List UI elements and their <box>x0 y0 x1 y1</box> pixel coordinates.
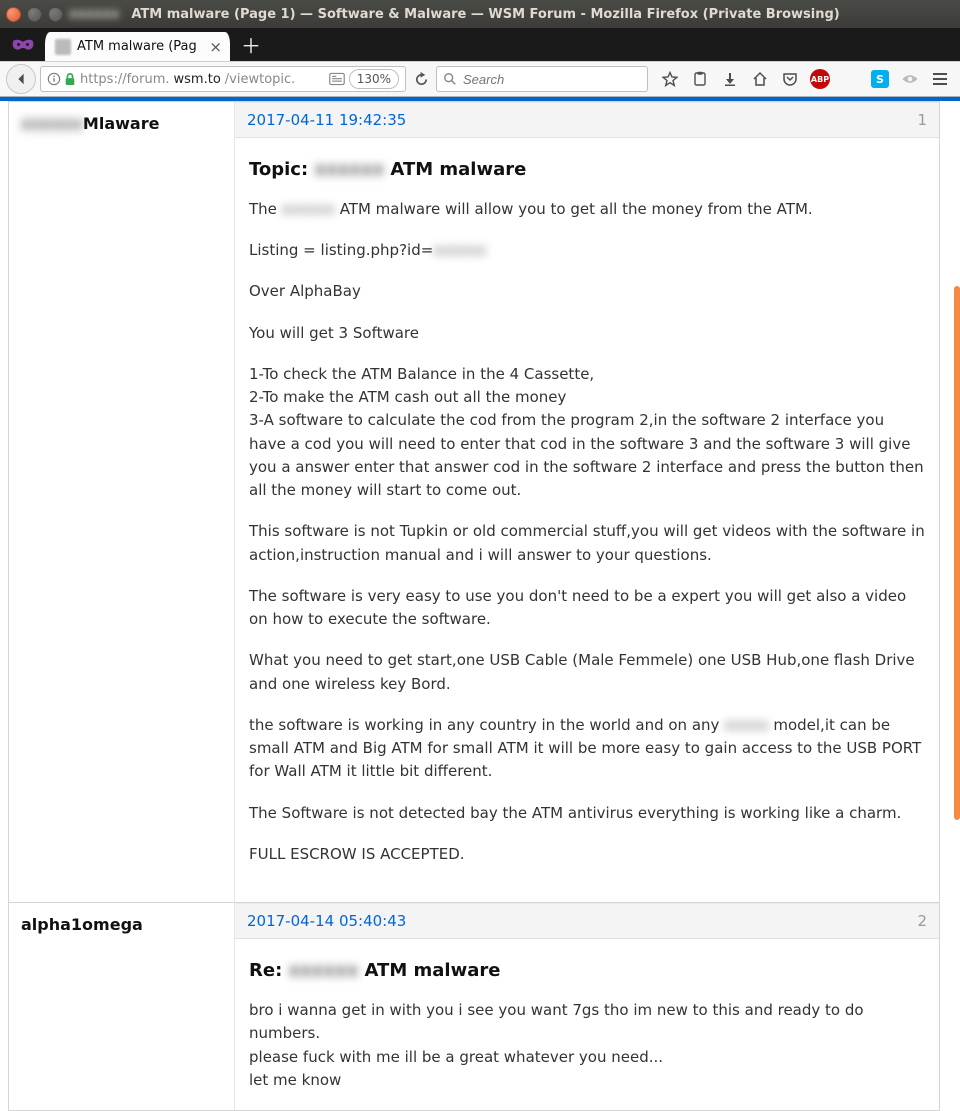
extension-slot-2[interactable] <box>896 65 924 93</box>
post-paragraph: This software is not Tupkin or old comme… <box>249 520 925 567</box>
post-topic-title: Re: xxxxxx ATM malware <box>249 957 925 985</box>
browser-tabstrip: ATM malware (Pag × ＋ <box>0 28 960 61</box>
scroll-indicator[interactable] <box>954 286 960 820</box>
skype-badge: S <box>871 70 889 88</box>
tab-close-button[interactable]: × <box>209 38 222 56</box>
post-line: let me know <box>249 1069 925 1092</box>
page-content: xxxxxxMlaware 2017-04-11 19:42:35 1 Topi… <box>0 97 960 1111</box>
post-paragraph: FULL ESCROW IS ACCEPTED. <box>249 843 925 866</box>
url-bar[interactable]: https://forum. wsm.to/viewtopic. 130% <box>40 66 406 92</box>
post-paragraph: The software is very easy to use you don… <box>249 585 925 632</box>
download-icon <box>722 71 738 87</box>
text-redacted: xxxxxx <box>282 200 335 218</box>
post-timestamp[interactable]: 2017-04-14 05:40:43 <box>247 912 406 930</box>
post-author: alpha1omega <box>21 915 143 934</box>
post-paragraph: The xxxxxx ATM malware will allow you to… <box>249 198 925 221</box>
post-paragraph: the software is working in any country i… <box>249 714 925 784</box>
pocket-button[interactable] <box>776 65 804 93</box>
post-timestamp[interactable]: 2017-04-11 19:42:35 <box>247 111 406 129</box>
site-identity[interactable] <box>47 72 76 86</box>
post-topic-title: Topic: xxxxxx ATM malware <box>249 156 925 184</box>
window-titlebar: xxxxxx ATM malware (Page 1) — Software &… <box>0 0 960 28</box>
adblock-button[interactable]: ABP <box>806 65 834 93</box>
post-author: Mlaware <box>83 114 160 133</box>
topic-label: Re: <box>249 960 282 981</box>
post-header: 2017-04-14 05:40:43 2 <box>235 903 939 939</box>
reader-mode-icon[interactable] <box>329 72 345 86</box>
reload-icon <box>414 72 429 87</box>
post-line: 2-To make the ATM cash out all the money <box>249 386 925 409</box>
search-icon <box>443 72 457 86</box>
post-paragraph: You will get 3 Software <box>249 322 925 345</box>
post-line: 3-A software to calculate the cod from t… <box>249 409 925 502</box>
home-button[interactable] <box>746 65 774 93</box>
post-line: 1-To check the ATM Balance in the 4 Cass… <box>249 363 925 386</box>
tab-title: ATM malware (Pag <box>77 39 203 54</box>
window-title-redacted: xxxxxx <box>69 7 119 22</box>
post-number: 1 <box>917 111 927 129</box>
post-paragraph: Over AlphaBay <box>249 280 925 303</box>
browser-tab[interactable]: ATM malware (Pag × <box>45 32 230 61</box>
post-paragraph: Listing = listing.php?id=xxxxxx <box>249 239 925 262</box>
mask-icon <box>11 37 35 53</box>
star-icon <box>662 71 678 87</box>
pocket-icon <box>782 71 798 87</box>
topic-redacted: xxxxxx <box>314 159 384 180</box>
text-redacted: xxxxxx <box>433 241 486 259</box>
eye-off-icon <box>901 73 919 85</box>
arrow-left-icon <box>14 72 28 86</box>
post-paragraph: The Software is not detected bay the ATM… <box>249 802 925 825</box>
extension-slot-1[interactable] <box>836 65 864 93</box>
menu-button[interactable] <box>926 65 954 93</box>
topic-suffix: ATM malware <box>384 159 526 180</box>
url-path: /viewtopic. <box>225 72 296 87</box>
window-minimize-button[interactable] <box>27 7 42 22</box>
tab-favicon <box>55 39 71 55</box>
window-close-button[interactable] <box>6 7 21 22</box>
reload-button[interactable] <box>410 72 432 87</box>
private-browsing-indicator <box>0 28 45 61</box>
topic-redacted: xxxxxx <box>289 960 359 981</box>
lock-icon <box>64 72 76 86</box>
library-button[interactable] <box>686 65 714 93</box>
info-icon <box>47 72 61 86</box>
post-paragraph: What you need to get start,one USB Cable… <box>249 649 925 696</box>
topic-suffix: ATM malware <box>358 960 500 981</box>
post-line: bro i wanna get in with you i see you wa… <box>249 999 925 1046</box>
post-number: 2 <box>917 912 927 930</box>
window-title: ATM malware (Page 1) — Software & Malwar… <box>131 7 839 22</box>
back-button[interactable] <box>6 64 36 94</box>
clipboard-icon <box>692 71 708 87</box>
home-icon <box>752 71 768 87</box>
post-author-panel: xxxxxxMlaware <box>9 102 235 902</box>
browser-navbar: https://forum. wsm.to/viewtopic. 130% ABP <box>0 61 960 97</box>
post-header: 2017-04-11 19:42:35 1 <box>235 102 939 138</box>
hamburger-icon <box>932 72 948 86</box>
search-input[interactable] <box>463 72 641 87</box>
author-redacted: xxxxxx <box>21 114 83 133</box>
topic-label: Topic: <box>249 159 308 180</box>
search-bar[interactable] <box>436 66 648 92</box>
post-line: please fuck with me ill be a great whate… <box>249 1046 925 1069</box>
new-tab-button[interactable]: ＋ <box>236 28 266 61</box>
skype-button[interactable]: S <box>866 65 894 93</box>
url-prefix: https://forum. <box>80 72 170 87</box>
downloads-button[interactable] <box>716 65 744 93</box>
window-maximize-button[interactable] <box>48 7 63 22</box>
forum-post: alpha1omega 2017-04-14 05:40:43 2 Re: xx… <box>8 903 940 1111</box>
post-body: Topic: xxxxxx ATM malware The xxxxxx ATM… <box>235 138 939 902</box>
text-redacted: xxxxx <box>724 716 768 734</box>
abp-badge: ABP <box>810 69 830 89</box>
post-author-panel: alpha1omega <box>9 903 235 1110</box>
url-host: wsm.to <box>174 72 221 87</box>
bookmark-star-button[interactable] <box>656 65 684 93</box>
post-body: Re: xxxxxx ATM malware bro i wanna get i… <box>235 939 939 1110</box>
zoom-indicator[interactable]: 130% <box>349 69 399 89</box>
forum-post: xxxxxxMlaware 2017-04-11 19:42:35 1 Topi… <box>8 101 940 903</box>
